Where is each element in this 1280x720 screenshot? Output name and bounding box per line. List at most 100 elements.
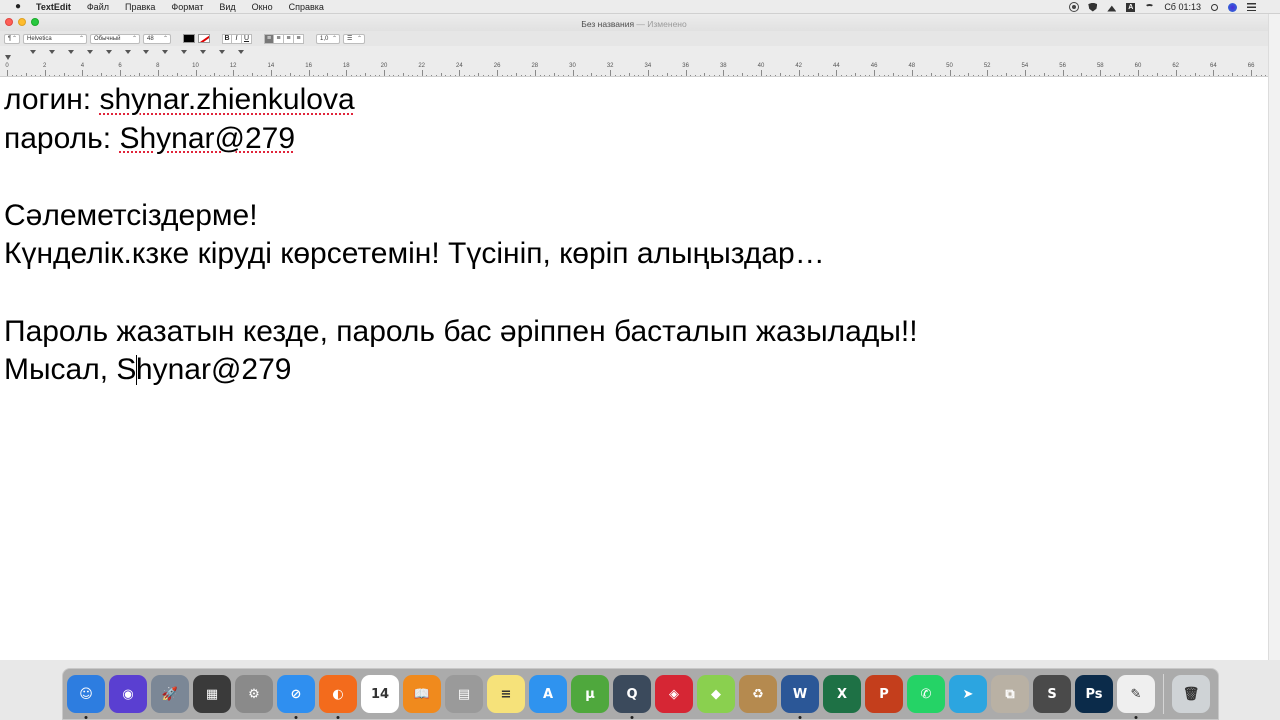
siri-menu-icon[interactable] xyxy=(1228,2,1237,12)
document-body[interactable]: логин: shynar.zhienkulova пароль: Shynar… xyxy=(0,77,1268,660)
left-indent-marker[interactable] xyxy=(5,55,11,60)
text-color-well[interactable] xyxy=(183,34,195,43)
calendar-icon[interactable]: 14 xyxy=(361,675,399,713)
align-center-button[interactable]: ≡ xyxy=(274,33,284,44)
microsoft-excel-icon[interactable]: X xyxy=(823,675,861,713)
vpn-shield-icon[interactable]: ◈ xyxy=(655,675,693,713)
system-preferences-icon[interactable]: ⚙ xyxy=(235,675,273,713)
safari-icon[interactable]: ⊘ xyxy=(277,675,315,719)
example-text-after-caret: hynar@279 xyxy=(135,353,292,387)
siri-icon[interactable]: ◉ xyxy=(109,675,147,713)
app-store-icon[interactable]: A xyxy=(529,675,567,713)
menu-help[interactable]: Справка xyxy=(281,0,332,14)
ruler-label: 40 xyxy=(757,63,765,69)
italic-button[interactable]: I xyxy=(232,33,242,44)
menu-format[interactable]: Формат xyxy=(163,0,211,14)
title-separator: — xyxy=(634,19,648,29)
ruler-tick xyxy=(836,70,838,76)
spotlight-icon[interactable] xyxy=(1211,3,1218,11)
calculator-icon[interactable]: ▤ xyxy=(445,675,483,713)
ruler-label: 14 xyxy=(267,63,275,69)
input-source-icon[interactable]: A xyxy=(1126,2,1136,12)
ruler-label: 34 xyxy=(644,63,652,69)
utorrent-icon[interactable]: µ xyxy=(571,675,609,713)
textedit-icon[interactable]: ✎ xyxy=(1117,675,1155,719)
menu-window[interactable]: Окно xyxy=(244,0,281,14)
whatsapp-icon[interactable]: ✆ xyxy=(907,675,945,713)
line-spacing-select[interactable]: 1,0 xyxy=(316,33,340,44)
document-name: Без названия xyxy=(581,19,635,29)
justify-button[interactable]: ≡ xyxy=(294,33,304,44)
doc-line-login: логин: shynar.zhienkulova xyxy=(4,81,1268,120)
bold-button[interactable]: B xyxy=(222,33,232,44)
launchpad-icon[interactable]: 🚀 xyxy=(151,675,189,713)
tab-stop-marker[interactable] xyxy=(124,50,131,54)
sublime-text-icon[interactable]: S xyxy=(1033,675,1071,713)
tab-stop-marker[interactable] xyxy=(67,50,74,54)
menu-file[interactable]: Файл xyxy=(79,0,117,14)
archive-utility-icon[interactable]: ♻ xyxy=(739,675,777,713)
ruler-label: 46 xyxy=(870,63,878,69)
ruler-tick xyxy=(1175,70,1177,76)
ruler-label: 8 xyxy=(156,63,160,69)
tab-stop-marker[interactable] xyxy=(181,50,188,54)
notes-icon[interactable]: ≡ xyxy=(487,675,525,713)
login-label: логин: xyxy=(4,83,100,116)
apple-menu-icon[interactable]: ● xyxy=(0,1,36,12)
doc-line-example: Мысал, Shynar@279 xyxy=(4,351,1268,390)
ruler-tick xyxy=(685,70,687,76)
wifi-icon[interactable] xyxy=(1145,4,1155,10)
ruler-label: 64 xyxy=(1210,63,1217,69)
tab-stop-marker[interactable] xyxy=(30,50,36,54)
tab-stop-marker[interactable] xyxy=(86,50,93,54)
close-button[interactable] xyxy=(5,18,13,26)
ruler-tick xyxy=(1251,70,1253,76)
photoshop-icon[interactable]: Ps xyxy=(1075,675,1113,713)
paragraph-style-select[interactable]: ¶ xyxy=(4,33,20,44)
font-size-select[interactable]: 48 xyxy=(143,33,171,44)
tab-stop-marker[interactable] xyxy=(200,50,207,54)
microsoft-powerpoint-icon[interactable]: P xyxy=(865,675,903,713)
ruler-label: 18 xyxy=(342,63,350,69)
font-style-select[interactable]: Обычный xyxy=(90,33,140,44)
ruler-tick xyxy=(987,70,989,76)
background-color-well[interactable] xyxy=(198,34,210,43)
ibooks-icon[interactable]: 📖 xyxy=(403,675,441,713)
cube-app-icon[interactable]: ◆ xyxy=(697,675,735,713)
ruler-label: 42 xyxy=(795,63,803,69)
tab-stop-marker[interactable] xyxy=(237,50,244,54)
tab-stop-marker[interactable] xyxy=(143,50,150,54)
notification-center-icon[interactable] xyxy=(1247,3,1256,11)
trash-icon[interactable]: 🗑 xyxy=(1172,675,1210,713)
photo-booth-icon[interactable]: ▦ xyxy=(193,675,231,713)
zoom-button[interactable] xyxy=(31,18,39,26)
vertical-scrollbar[interactable] xyxy=(1268,14,1280,660)
ruler-label: 10 xyxy=(192,63,199,69)
tab-stop-marker[interactable] xyxy=(219,50,225,54)
airplay-icon[interactable] xyxy=(1107,5,1117,12)
preview-icon[interactable]: ⧉ xyxy=(991,675,1029,713)
microsoft-word-icon[interactable]: W xyxy=(781,675,819,719)
menu-view[interactable]: Вид xyxy=(211,0,243,14)
telegram-icon[interactable]: ➤ xyxy=(949,675,987,713)
tab-stop-marker[interactable] xyxy=(105,50,112,54)
align-left-button[interactable]: ≡ xyxy=(264,33,274,44)
font-family-select[interactable]: Helvetica xyxy=(23,33,87,44)
list-style-select[interactable]: ☰ xyxy=(343,33,365,44)
vpn-status-icon[interactable] xyxy=(1088,2,1098,12)
finder-icon[interactable]: ☺ xyxy=(67,675,105,719)
screen-record-icon[interactable] xyxy=(1070,3,1079,11)
menu-clock[interactable]: Сб 01:13 xyxy=(1164,2,1201,12)
ruler-label: 44 xyxy=(833,63,840,69)
firefox-icon[interactable]: ◐ xyxy=(319,675,357,719)
tab-stop-marker[interactable] xyxy=(162,50,169,54)
underline-button[interactable]: U xyxy=(242,33,252,44)
tab-stop-marker[interactable] xyxy=(48,50,55,54)
menu-app-name[interactable]: TextEdit xyxy=(36,0,79,14)
ruler-tick xyxy=(233,70,235,76)
align-right-button[interactable]: ≡ xyxy=(284,33,294,44)
minimize-button[interactable] xyxy=(18,18,26,26)
ruler[interactable]: 0 2 4 6 8 10 12 14 16 18 20 22 24 26 28 30 32 34 36 38 40 42 4… xyxy=(0,46,1268,77)
quicktime-icon[interactable]: Q xyxy=(613,675,651,719)
menu-edit[interactable]: Правка xyxy=(117,0,163,14)
